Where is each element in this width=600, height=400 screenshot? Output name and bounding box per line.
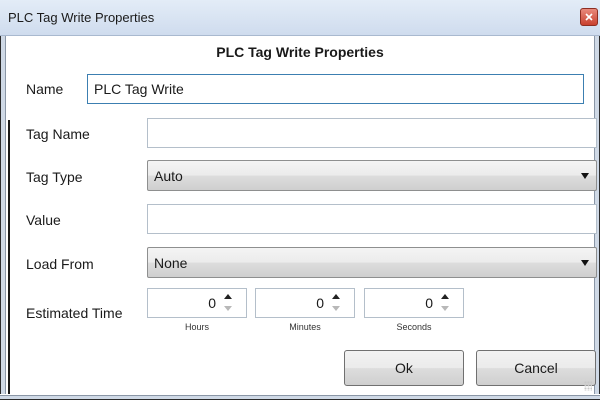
name-label: Name [26,81,64,97]
seconds-caption: Seconds [396,322,432,332]
arrow-down-icon[interactable] [441,306,449,311]
minutes-caption: Minutes [289,322,321,332]
name-input[interactable] [87,74,584,104]
close-icon [585,13,593,21]
tag-type-select[interactable]: Auto [147,160,597,191]
window-frame-left-edge [8,120,10,400]
window-title: PLC Tag Write Properties [8,10,155,25]
arrow-down-icon[interactable] [332,306,340,311]
cancel-button[interactable]: Cancel [476,350,596,386]
hours-stepper[interactable]: 0 [147,288,247,318]
window-frame-bottom [0,394,600,400]
arrow-down-icon[interactable] [224,306,232,311]
tag-type-selected-value: Auto [154,168,183,184]
dialog-window: PLC Tag Write Properties PLC Tag Write P… [0,0,600,400]
load-from-label: Load From [26,256,94,272]
load-from-selected-value: None [154,255,188,271]
seconds-stepper[interactable]: 0 [364,288,464,318]
tag-name-input[interactable] [147,118,597,148]
value-input[interactable] [147,204,597,234]
value-label: Value [26,212,61,228]
hours-value: 0 [208,295,216,311]
tag-name-label: Tag Name [26,126,90,142]
minutes-stepper[interactable]: 0 [255,288,355,318]
arrow-up-icon[interactable] [332,294,340,299]
chevron-down-icon [581,260,589,266]
window-frame-left [0,36,7,400]
arrow-up-icon[interactable] [441,294,449,299]
resize-grip-icon[interactable] [584,381,592,391]
seconds-value: 0 [425,295,433,311]
estimated-time-label: Estimated Time [26,305,123,321]
tag-type-label: Tag Type [26,169,83,185]
arrow-up-icon[interactable] [224,294,232,299]
close-button[interactable] [580,8,598,26]
title-bar[interactable]: PLC Tag Write Properties [0,0,600,36]
dialog-heading: PLC Tag Write Properties [216,44,384,60]
hours-caption: Hours [184,322,209,332]
minutes-value: 0 [316,295,324,311]
ok-button[interactable]: Ok [344,350,464,386]
load-from-select[interactable]: None [147,247,597,278]
chevron-down-icon [581,173,589,179]
